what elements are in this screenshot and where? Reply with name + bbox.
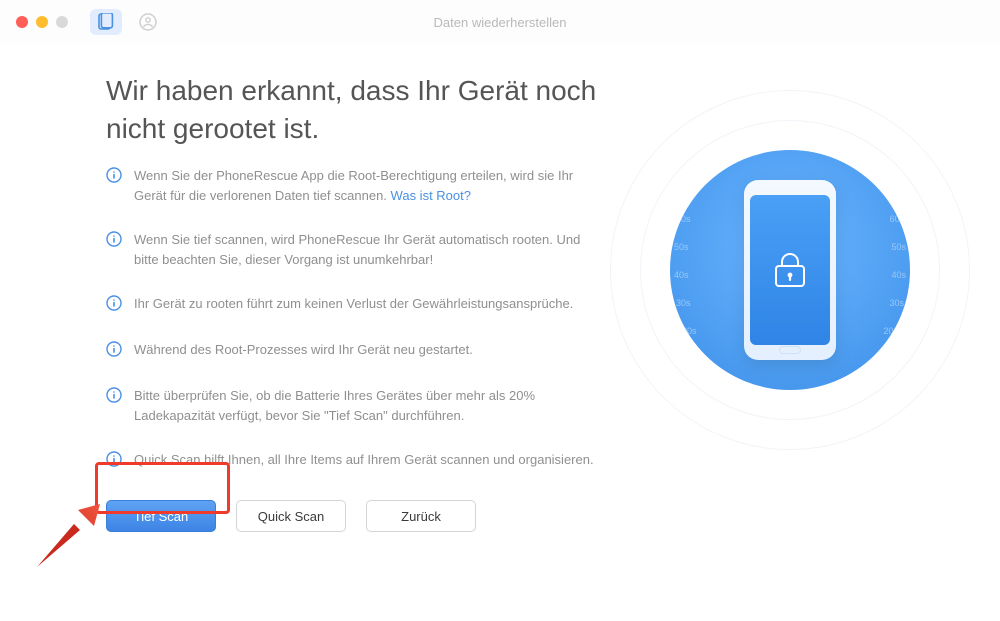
- chart-tick: 70s: [883, 186, 898, 196]
- chart-tick: 20s: [883, 326, 898, 336]
- info-bullet-text: Wenn Sie der PhoneRescue App die Root-Be…: [134, 166, 596, 206]
- chart-tick: 30s: [889, 298, 904, 308]
- deep-scan-button[interactable]: Tief Scan: [106, 500, 216, 532]
- minimize-window-button[interactable]: [36, 16, 48, 28]
- info-bullet-text: Bitte überprüfen Sie, ob die Batterie Ih…: [134, 386, 596, 426]
- action-buttons: Tief Scan Quick Scan Zurück: [106, 500, 1000, 532]
- info-bullet: Ihr Gerät zu rooten führt zum keinen Ver…: [106, 294, 596, 316]
- maximize-window-button: [56, 16, 68, 28]
- document-icon: [98, 13, 114, 31]
- chart-tick: 50s: [891, 242, 906, 252]
- device-illustration: 70s 60s 50s 40s 30s 20s 70s 60s 50s 40s …: [610, 90, 970, 450]
- chart-tick: 40s: [674, 270, 689, 280]
- page-headline: Wir haben erkannt, dass Ihr Gerät noch n…: [106, 72, 616, 148]
- info-bullet: Während des Root-Prozesses wird Ihr Gerä…: [106, 340, 596, 362]
- chart-tick: 30s: [676, 298, 691, 308]
- quick-scan-button[interactable]: Quick Scan: [236, 500, 346, 532]
- info-icon: [106, 295, 122, 316]
- info-bullet: Wenn Sie tief scannen, wird PhoneRescue …: [106, 230, 596, 270]
- phone-graphic: [744, 180, 836, 360]
- lock-icon: [773, 251, 807, 289]
- chart-tick: 20s: [682, 326, 697, 336]
- info-bullets: Wenn Sie der PhoneRescue App die Root-Be…: [106, 166, 596, 472]
- window-traffic-lights: [16, 16, 68, 28]
- info-bullet: Bitte überprüfen Sie, ob die Batterie Ih…: [106, 386, 596, 426]
- chart-tick: 70s: [682, 186, 697, 196]
- info-bullet-text: Ihr Gerät zu rooten führt zum keinen Ver…: [134, 294, 573, 314]
- info-bullet: Wenn Sie der PhoneRescue App die Root-Be…: [106, 166, 596, 206]
- chart-tick: 60s: [676, 214, 691, 224]
- info-bullet-text: Wenn Sie tief scannen, wird PhoneRescue …: [134, 230, 596, 270]
- titlebar: Daten wiederherstellen: [0, 0, 1000, 44]
- close-window-button[interactable]: [16, 16, 28, 28]
- what-is-root-link[interactable]: Was ist Root?: [391, 188, 471, 203]
- toolbar-icons: [90, 9, 164, 35]
- shield-user-icon: [139, 13, 157, 31]
- info-icon: [106, 341, 122, 362]
- recover-from-device-tab[interactable]: [90, 9, 122, 35]
- info-icon: [106, 231, 122, 252]
- recover-from-backup-tab[interactable]: [132, 9, 164, 35]
- back-button[interactable]: Zurück: [366, 500, 476, 532]
- info-bullet-text: Quick Scan hilft Ihnen, all Ihre Items a…: [134, 450, 594, 470]
- chart-tick: 40s: [891, 270, 906, 280]
- info-icon: [106, 451, 122, 472]
- window-title: Daten wiederherstellen: [434, 15, 567, 30]
- info-bullet-text: Während des Root-Prozesses wird Ihr Gerä…: [134, 340, 473, 360]
- chart-tick: 50s: [674, 242, 689, 252]
- info-icon: [106, 387, 122, 408]
- info-bullet: Quick Scan hilft Ihnen, all Ihre Items a…: [106, 450, 596, 472]
- info-icon: [106, 167, 122, 188]
- chart-tick: 60s: [889, 214, 904, 224]
